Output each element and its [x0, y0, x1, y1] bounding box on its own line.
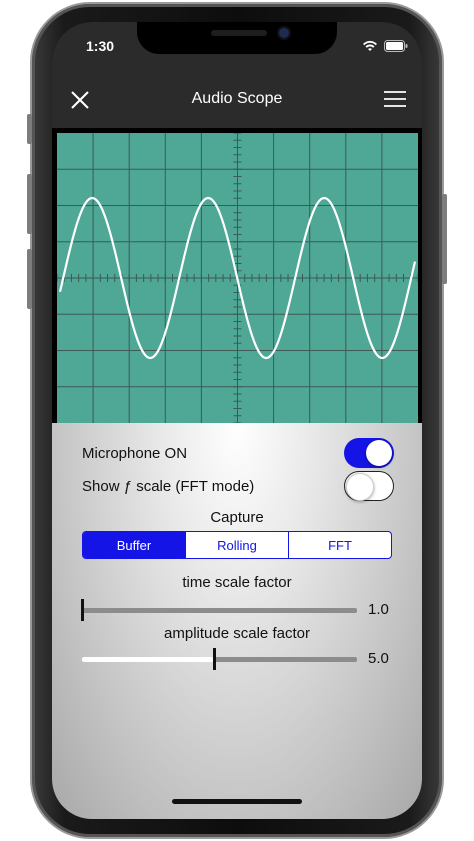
- amplitude-scale-slider[interactable]: [82, 648, 357, 670]
- slider-thumb[interactable]: [81, 599, 84, 621]
- slider-fill: [82, 657, 214, 662]
- toggle-knob: [366, 440, 392, 466]
- capture-segmented-control: Buffer Rolling FFT: [82, 531, 392, 559]
- wifi-icon: [363, 40, 377, 51]
- screen: 1:30 Audio Scope Microphone ON Show ƒ sc…: [52, 22, 422, 819]
- capture-option-rolling[interactable]: Rolling: [185, 532, 288, 558]
- power-button: [442, 194, 447, 284]
- status-icons: [362, 40, 408, 52]
- volume-down-button: [27, 249, 32, 309]
- scope-graticule: [56, 132, 419, 424]
- amplitude-scale-label: amplitude scale factor: [164, 625, 310, 642]
- amplitude-scale-value: 5.0: [368, 650, 389, 667]
- status-time: 1:30: [86, 38, 115, 54]
- controls-panel: Microphone ON Show ƒ scale (FFT mode) Ca…: [52, 423, 422, 819]
- microphone-label: Microphone ON: [82, 445, 188, 462]
- silent-switch: [27, 114, 32, 144]
- speaker-grille: [211, 30, 267, 36]
- nav-bar: Audio Scope: [52, 72, 422, 128]
- toggle-knob: [346, 473, 374, 501]
- home-indicator[interactable]: [172, 799, 302, 804]
- capture-label: Capture: [210, 509, 264, 526]
- slider-thumb[interactable]: [213, 648, 216, 670]
- volume-up-button: [27, 174, 32, 234]
- nav-title: Audio Scope: [191, 90, 283, 107]
- time-scale-label: time scale factor: [182, 574, 292, 591]
- front-camera: [279, 28, 289, 38]
- oscilloscope-display: [56, 132, 419, 424]
- microphone-toggle[interactable]: [344, 438, 394, 468]
- capture-option-fft[interactable]: FFT: [288, 532, 391, 558]
- time-scale-value: 1.0: [368, 601, 389, 618]
- notch: [137, 22, 337, 54]
- fft-scale-toggle[interactable]: [344, 471, 394, 501]
- battery-icon: [384, 40, 408, 52]
- fft-scale-label: Show ƒ scale (FFT mode): [82, 478, 255, 495]
- capture-option-buffer[interactable]: Buffer: [83, 532, 185, 558]
- time-scale-slider[interactable]: [81, 599, 357, 621]
- hamburger-menu-icon[interactable]: [384, 90, 406, 108]
